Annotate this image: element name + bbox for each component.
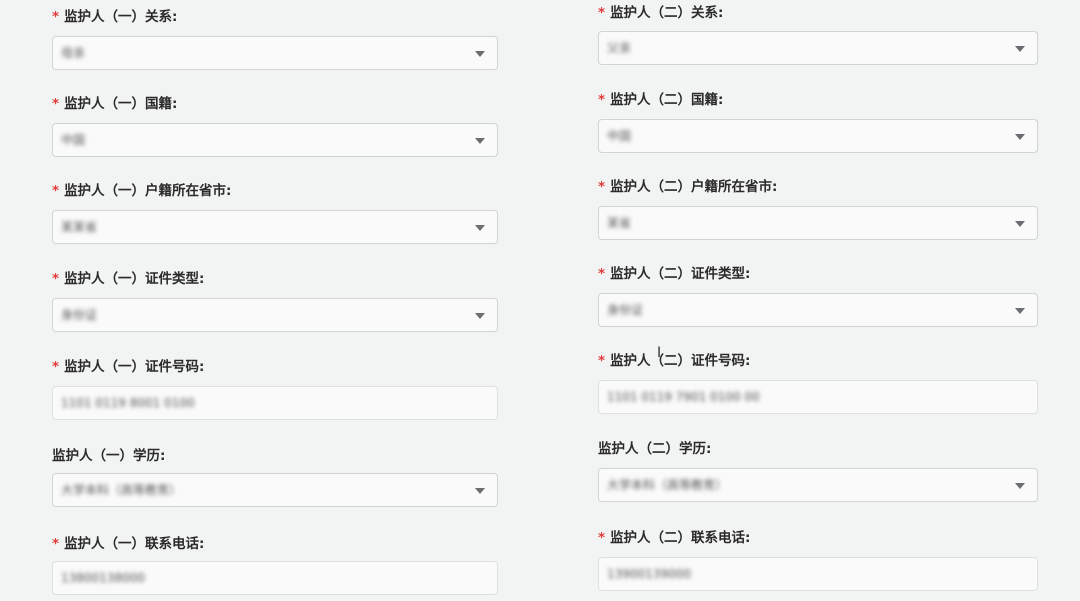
guardian2-education-field: 监护人（二）学历: 大学本科（高等教育） — [598, 440, 1038, 502]
required-mark: * — [52, 9, 60, 25]
guardian1-relation-label: * 监护人（一）关系: — [52, 9, 178, 25]
guardian2-education-select[interactable]: 大学本科（高等教育） — [598, 468, 1038, 502]
guardian2-province-label: * 监护人（二）户籍所在省市: — [598, 179, 778, 195]
guardian2-phone-value: 13900139000 — [607, 567, 691, 581]
chevron-down-icon — [1015, 221, 1025, 227]
guardian2-relation-label: * 监护人（二）关系: — [598, 5, 724, 21]
chevron-down-icon — [475, 313, 485, 319]
guardian1-id-number-field: * 监护人（一）证件号码: 1101 0119 8001 0100 — [52, 358, 498, 420]
guardian2-relation-field: * 监护人（二）关系: 父亲 — [598, 4, 1038, 65]
guardian2-nationality-label: * 监护人（二）国籍: — [598, 92, 724, 108]
guardian2-id-number-input[interactable]: 1101 0119 7901 0100 00 — [598, 380, 1038, 414]
required-mark: * — [598, 530, 606, 546]
required-mark: * — [598, 179, 606, 195]
chevron-down-icon — [475, 225, 485, 231]
chevron-down-icon — [475, 138, 485, 144]
guardian1-nationality-field: * 监护人（一）国籍: 中国 — [52, 95, 498, 157]
guardian2-phone-input[interactable]: 13900139000 — [598, 557, 1038, 591]
required-mark: * — [52, 359, 60, 375]
text-cursor-icon: I — [657, 345, 662, 361]
guardian1-id-type-select[interactable]: 身份证 — [52, 298, 498, 332]
required-mark: * — [52, 183, 60, 199]
guardian1-relation-value: 母亲 — [61, 46, 86, 60]
guardian1-education-label: 监护人（一）学历: — [52, 448, 166, 464]
guardian2-nationality-field: * 监护人（二）国籍: 中国 — [598, 91, 1038, 153]
guardian2-nationality-value: 中国 — [607, 129, 632, 143]
guardian2-id-number-field: * 监护人（二）证件号码: 1101 0119 7901 0100 00 — [598, 352, 1038, 414]
chevron-down-icon — [1015, 134, 1025, 140]
guardian1-nationality-select[interactable]: 中国 — [52, 123, 498, 157]
guardian1-phone-label: * 监护人（一）联系电话: — [52, 536, 205, 552]
guardian1-province-label: * 监护人（一）户籍所在省市: — [52, 183, 232, 199]
required-mark: * — [52, 271, 60, 287]
guardian2-province-field: * 监护人（二）户籍所在省市: 某省 — [598, 178, 1038, 240]
guardian2-relation-value: 父亲 — [607, 41, 632, 55]
guardian2-id-number-value: 1101 0119 7901 0100 00 — [607, 390, 760, 404]
guardian2-education-value: 大学本科（高等教育） — [607, 478, 728, 492]
guardian2-relation-select[interactable]: 父亲 — [598, 31, 1038, 65]
guardian2-id-type-value: 身份证 — [607, 303, 644, 317]
required-mark: * — [52, 536, 60, 552]
required-mark: * — [598, 266, 606, 282]
guardian2-province-select[interactable]: 某省 — [598, 206, 1038, 240]
guardian2-education-label: 监护人（二）学历: — [598, 441, 712, 457]
guardian1-nationality-label: * 监护人（一）国籍: — [52, 96, 178, 112]
guardian1-education-value: 大学本科（高等教育） — [61, 483, 182, 497]
guardian2-phone-label: * 监护人（二）联系电话: — [598, 530, 751, 546]
required-mark: * — [52, 96, 60, 112]
chevron-down-icon — [1015, 46, 1025, 52]
guardian1-relation-field: * 监护人（一）关系: 母亲 — [52, 8, 498, 70]
guardian2-province-value: 某省 — [607, 216, 632, 230]
guardian1-nationality-value: 中国 — [61, 133, 86, 147]
required-mark: * — [598, 92, 606, 108]
guardian1-phone-input[interactable]: 13800138000 — [52, 561, 498, 595]
guardian1-education-select[interactable]: 大学本科（高等教育） — [52, 473, 498, 507]
guardian1-relation-select[interactable]: 母亲 — [52, 36, 498, 70]
guardian1-id-number-input[interactable]: 1101 0119 8001 0100 — [52, 386, 498, 420]
guardian2-phone-field: * 监护人（二）联系电话: 13900139000 — [598, 529, 1038, 591]
guardian2-id-number-label: * 监护人（二）证件号码: — [598, 353, 751, 369]
guardian1-phone-value: 13800138000 — [61, 571, 145, 585]
guardian2-nationality-select[interactable]: 中国 — [598, 119, 1038, 153]
required-mark: * — [598, 353, 606, 369]
guardian2-id-type-select[interactable]: 身份证 — [598, 293, 1038, 327]
guardian1-id-type-value: 身份证 — [61, 308, 98, 322]
required-mark: * — [598, 5, 606, 21]
chevron-down-icon — [475, 51, 485, 57]
guardian2-id-type-label: * 监护人（二）证件类型: — [598, 266, 751, 282]
chevron-down-icon — [1015, 483, 1025, 489]
guardian1-province-value: 某某省 — [61, 220, 98, 234]
guardian1-id-number-label: * 监护人（一）证件号码: — [52, 359, 205, 375]
guardian1-id-number-value: 1101 0119 8001 0100 — [61, 396, 195, 410]
guardian1-education-field: 监护人（一）学历: 大学本科（高等教育） — [52, 447, 498, 507]
chevron-down-icon — [475, 488, 485, 494]
guardian1-province-field: * 监护人（一）户籍所在省市: 某某省 — [52, 182, 498, 244]
chevron-down-icon — [1015, 308, 1025, 314]
guardian1-id-type-field: * 监护人（一）证件类型: 身份证 — [52, 270, 498, 332]
guardian2-id-type-field: * 监护人（二）证件类型: 身份证 — [598, 265, 1038, 327]
guardian1-province-select[interactable]: 某某省 — [52, 210, 498, 244]
guardian1-phone-field: * 监护人（一）联系电话: 13800138000 — [52, 535, 498, 595]
guardian1-id-type-label: * 监护人（一）证件类型: — [52, 271, 205, 287]
